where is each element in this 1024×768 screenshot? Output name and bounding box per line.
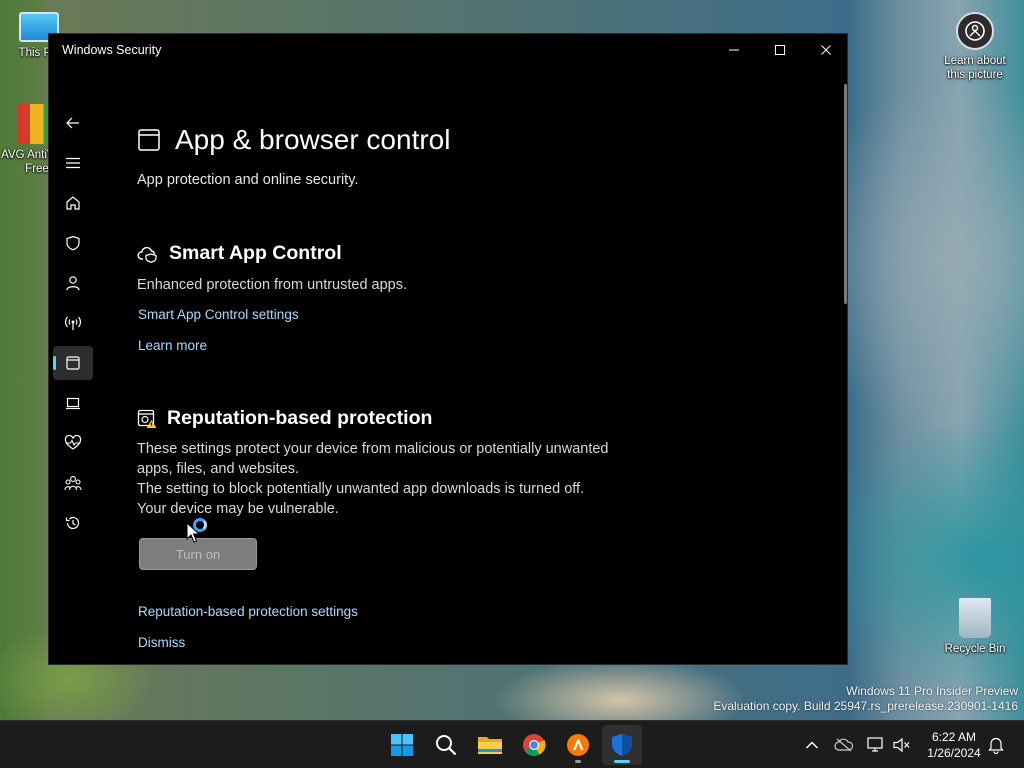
- nav-account-protection[interactable]: [53, 266, 93, 300]
- camera-icon: [956, 12, 994, 50]
- tray-network[interactable]: [866, 735, 886, 755]
- description-line: Your device may be vulnerable.: [137, 501, 339, 517]
- taskbar-search-button[interactable]: [426, 725, 466, 765]
- description-line: apps, files, and websites.: [137, 461, 300, 477]
- section-title: Reputation-based protection: [167, 407, 433, 429]
- section-description: Enhanced protection from untrusted apps.: [137, 277, 408, 293]
- learn-more-link[interactable]: Learn more: [138, 338, 207, 353]
- hamburger-menu-icon: [66, 157, 80, 169]
- search-icon: [436, 735, 457, 756]
- maximize-icon: [775, 45, 785, 55]
- nav-protection-history[interactable]: [53, 506, 93, 540]
- running-indicator: [575, 760, 581, 763]
- clock-time: 6:22 AM: [931, 730, 977, 744]
- smart-app-control-settings-link[interactable]: Smart App Control settings: [138, 307, 299, 322]
- page-header: App & browser control: [137, 124, 450, 156]
- cloud-offline-icon: [834, 738, 854, 752]
- tray-volume[interactable]: [892, 735, 912, 755]
- section-description: These settings protect your device from …: [137, 439, 697, 519]
- chevron-up-icon: [806, 741, 818, 749]
- desktop-icon-label: Recycle Bin: [944, 643, 1006, 655]
- windows-security-window: Windows Security App & browser control A…: [48, 33, 848, 665]
- close-button[interactable]: [803, 34, 847, 66]
- taskbar-file-explorer[interactable]: [470, 725, 510, 765]
- nav-back[interactable]: [53, 106, 93, 140]
- taskbar-avast[interactable]: [558, 725, 598, 765]
- shield-icon: [66, 235, 80, 251]
- network-icon: [867, 737, 883, 752]
- family-icon: [64, 476, 82, 491]
- person-icon: [66, 276, 80, 291]
- wireless-signal-icon: [65, 316, 81, 330]
- nav-virus-threat-protection[interactable]: [53, 226, 93, 260]
- navigation-rail: [49, 66, 97, 664]
- nav-device-security[interactable]: [53, 386, 93, 420]
- cloud-shield-icon: [137, 246, 157, 263]
- description-line: The setting to block potentially unwante…: [137, 481, 585, 497]
- nav-family-options[interactable]: [53, 466, 93, 500]
- scrollbar-thumb[interactable]: [844, 84, 847, 304]
- nav-home[interactable]: [53, 186, 93, 220]
- avast-icon: [567, 734, 589, 756]
- nav-app-browser-control[interactable]: [53, 346, 93, 380]
- bell-icon: [988, 737, 1004, 754]
- nav-firewall-network[interactable]: [53, 306, 93, 340]
- recycle-bin-icon: [959, 598, 991, 638]
- watermark-line: Evaluation copy. Build 25947.rs_prerelea…: [713, 699, 1018, 713]
- app-window-icon: [138, 129, 160, 151]
- close-icon: [821, 45, 831, 55]
- page-subtitle: App protection and online security.: [137, 172, 359, 188]
- heart-pulse-icon: [64, 435, 82, 450]
- taskbar-windows-security[interactable]: [602, 725, 642, 765]
- windows-watermark: Windows 11 Pro Insider Preview Evaluatio…: [713, 684, 1018, 714]
- clock-date: 1/26/2024: [927, 746, 981, 760]
- reputation-protection-header: Reputation-based protection: [137, 407, 432, 430]
- reputation-settings-link[interactable]: Reputation-based protection settings: [138, 604, 358, 619]
- window-title: Windows Security: [62, 43, 162, 57]
- maximize-button[interactable]: [757, 34, 803, 66]
- app-window-icon: [66, 356, 80, 370]
- desktop-icon-recycle-bin[interactable]: Recycle Bin: [938, 598, 1012, 656]
- minimize-icon: [729, 49, 739, 51]
- taskbar-clock[interactable]: 6:22 AM 1/26/2024: [918, 729, 990, 761]
- home-icon: [66, 196, 80, 210]
- reputation-warning-icon: [137, 409, 157, 428]
- nav-device-performance[interactable]: [53, 426, 93, 460]
- chrome-icon: [523, 734, 546, 756]
- desktop-icon-label: Learn about this picture: [944, 55, 1006, 81]
- watermark-line: Windows 11 Pro Insider Preview: [846, 684, 1018, 698]
- mouse-cursor-icon: [186, 522, 200, 543]
- desktop-icon-learn-about-picture[interactable]: Learn about this picture: [936, 12, 1014, 82]
- taskbar: 6:22 AM 1/26/2024: [0, 720, 1024, 768]
- main-content: App & browser control App protection and…: [137, 66, 827, 664]
- description-line: These settings protect your device from …: [137, 441, 609, 457]
- minimize-button[interactable]: [711, 34, 757, 66]
- nav-settings[interactable]: [53, 658, 93, 664]
- page-title: App & browser control: [175, 124, 451, 155]
- laptop-icon: [66, 397, 80, 410]
- tray-overflow-button[interactable]: [802, 735, 822, 755]
- start-icon: [391, 734, 413, 756]
- title-bar[interactable]: Windows Security: [49, 34, 847, 66]
- tray-onedrive[interactable]: [834, 735, 854, 755]
- windows-security-icon: [612, 734, 632, 756]
- active-indicator: [614, 760, 630, 763]
- section-title: Smart App Control: [169, 242, 342, 264]
- volume-muted-icon: [893, 737, 910, 753]
- tray-notifications[interactable]: [986, 735, 1006, 755]
- file-explorer-icon: [478, 737, 502, 754]
- back-arrow-icon: [66, 117, 79, 129]
- history-icon: [65, 516, 80, 530]
- taskbar-chrome[interactable]: [514, 725, 554, 765]
- smart-app-control-header: Smart App Control: [137, 242, 342, 265]
- taskbar-start-button[interactable]: [382, 725, 422, 765]
- dismiss-link[interactable]: Dismiss: [138, 635, 185, 650]
- nav-menu[interactable]: [53, 146, 93, 180]
